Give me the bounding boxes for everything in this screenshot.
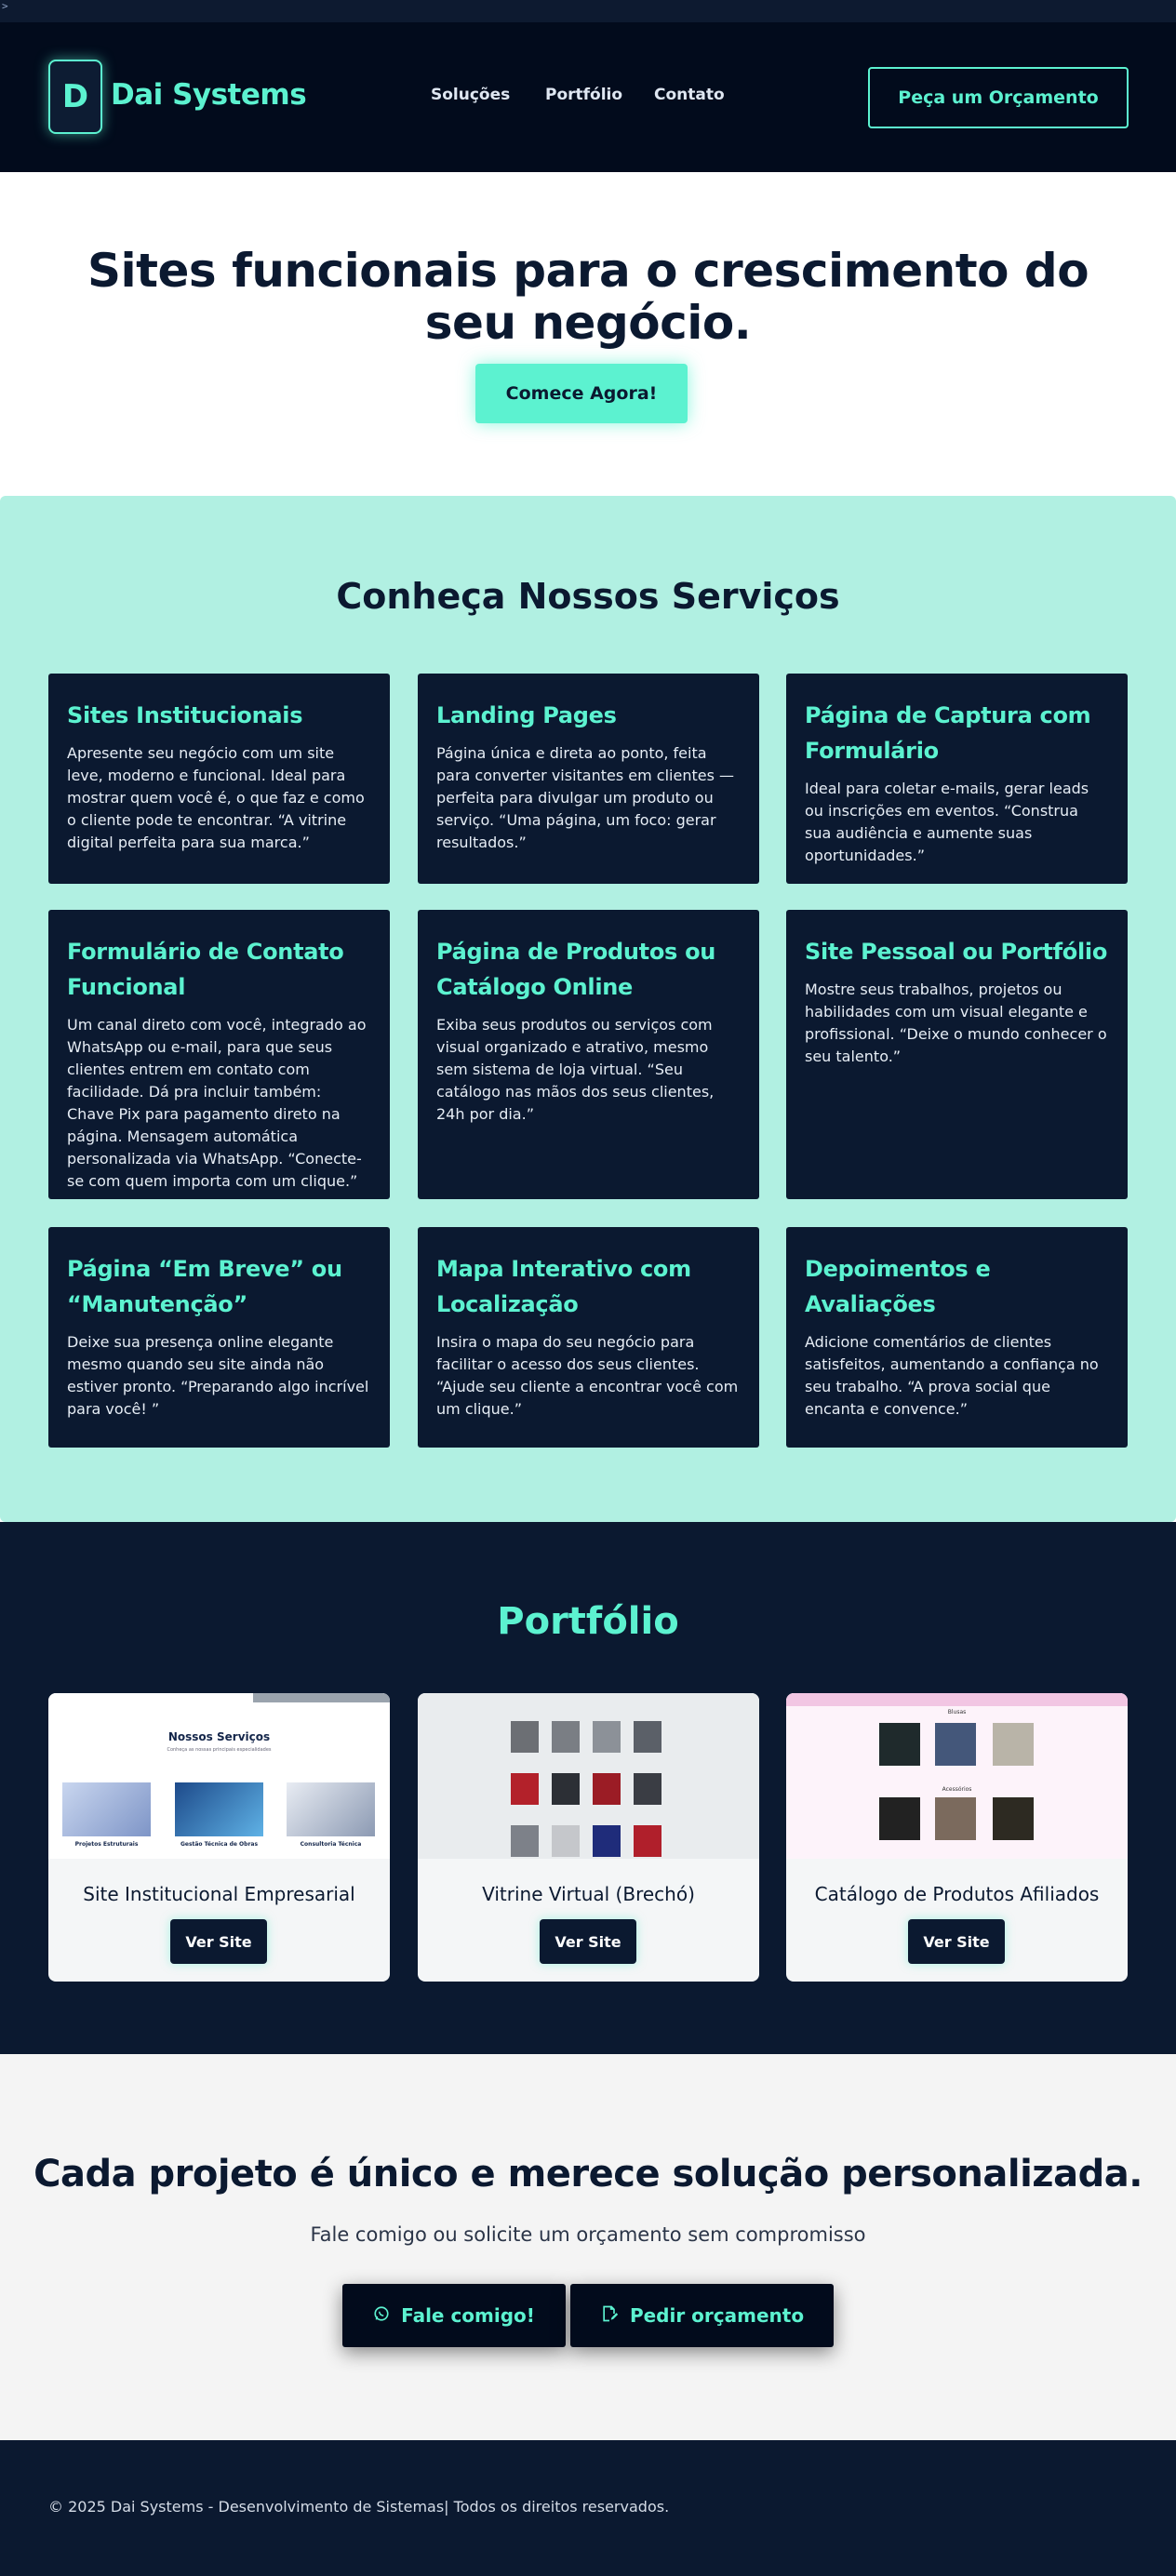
service-card-text: Insira o mapa do seu negócio para facili… [436, 1333, 739, 1418]
site-footer: © 2025 Dai Systems - Desenvolvimento de … [0, 2440, 1176, 2576]
nav-solucoes[interactable]: Soluções [431, 86, 510, 104]
cta-subtitle: Fale comigo ou solicite um orçamento sem… [310, 2223, 866, 2246]
thumb-product [593, 1721, 621, 1753]
service-card-title: Site Pessoal ou Portfólio [805, 939, 1108, 965]
service-card-title: Página de Captura com Formulário [805, 702, 1091, 764]
footer-copyright: © 2025 Dai Systems - Desenvolvimento de … [48, 2498, 670, 2516]
thumb-product [935, 1723, 976, 1766]
caret-icon: > [2, 0, 8, 12]
thumb-label: Gestão Técnica de Obras [180, 1841, 259, 1848]
services-title: Conheça Nossos Serviços [336, 576, 840, 617]
nav-portfolio[interactable]: Portfólio [545, 86, 622, 104]
service-card: Formulário de Contato Funcional Um canal… [48, 910, 390, 1199]
whatsapp-button[interactable]: Fale comigo! [342, 2284, 566, 2347]
thumb-product [879, 1723, 920, 1766]
portfolio-thumbnail[interactable]: Blusas Acessórios [786, 1693, 1128, 1859]
thumb-label: Projetos Estruturais [74, 1841, 139, 1848]
top-strip: > [0, 0, 1176, 22]
thumb-image-engineering [62, 1782, 151, 1836]
edit-document-icon [600, 2304, 619, 2328]
thumb-product [552, 1825, 580, 1857]
get-started-button[interactable]: Comece Agora! [475, 364, 688, 423]
nav-contato[interactable]: Contato [654, 86, 725, 104]
request-quote-label: Pedir orçamento [629, 2304, 805, 2327]
view-site-button[interactable]: Ver Site [170, 1919, 267, 1964]
thumb-heading: Nossos Serviços [167, 1730, 271, 1743]
thumb-product [935, 1797, 976, 1840]
thumb-heading: Acessórios [942, 1786, 972, 1793]
view-site-button[interactable]: Ver Site [540, 1919, 636, 1964]
portfolio-card: Nossos Serviços Conheça as nossas princi… [48, 1693, 390, 1982]
services-section: Conheça Nossos Serviços Sites Institucio… [0, 496, 1176, 1522]
service-card-title: Sites Institucionais [67, 702, 303, 728]
hero-section: Sites funcionais para o crescimento do s… [0, 172, 1176, 496]
service-card-text: Apresente seu negócio com um site leve, … [67, 744, 365, 851]
service-card: Mapa Interativo com Localização Insira o… [418, 1227, 759, 1448]
thumb-image-consulting [287, 1782, 375, 1836]
thumb-image-tech [175, 1782, 263, 1836]
service-card-title: Página “Em Breve” ou “Manutenção” [67, 1256, 342, 1317]
request-quote-button[interactable]: Pedir orçamento [570, 2284, 834, 2347]
service-card: Página de Captura com Formulário Ideal p… [786, 674, 1128, 884]
service-card-title: Formulário de Contato Funcional [67, 939, 344, 1000]
service-card-text: Deixe sua presença online elegante mesmo… [67, 1333, 369, 1418]
view-site-button[interactable]: Ver Site [908, 1919, 1005, 1964]
thumb-product [552, 1773, 580, 1805]
portfolio-title: Portfólio [497, 1600, 679, 1643]
thumb-product [634, 1825, 662, 1857]
service-card: Página “Em Breve” ou “Manutenção” Deixe … [48, 1227, 390, 1448]
thumb-subheading: Conheça as nossas principais especialida… [167, 1747, 272, 1753]
service-card: Depoimentos e Avaliações Adicione coment… [786, 1227, 1128, 1448]
portfolio-card-title: Vitrine Virtual (Brechó) [482, 1883, 695, 1905]
whatsapp-icon [373, 2304, 390, 2327]
portfolio-card-title: Site Institucional Empresarial [83, 1883, 355, 1905]
service-card: Página de Produtos ou Catálogo Online Ex… [418, 910, 759, 1199]
thumb-product [593, 1773, 621, 1805]
thumb-product [511, 1825, 539, 1857]
service-card-title: Página de Produtos ou Catálogo Online [436, 939, 716, 1000]
portfolio-thumbnail[interactable]: Nossos Serviços Conheça as nossas princi… [48, 1693, 390, 1859]
service-card-title: Mapa Interativo com Localização [436, 1256, 691, 1317]
hero-title: Sites funcionais para o crescimento do s… [87, 244, 1089, 350]
service-card-text: Exiba seus produtos ou serviços com visu… [436, 1016, 715, 1123]
service-card: Landing Pages Página única e direta ao p… [418, 674, 759, 884]
thumb-product [634, 1773, 662, 1805]
portfolio-card: Vitrine Virtual (Brechó) Ver Site [418, 1693, 759, 1982]
service-card-title: Landing Pages [436, 702, 617, 728]
site-header: D Dai Systems Soluções Portfólio Contato… [0, 22, 1176, 172]
service-card: Sites Institucionais Apresente seu negóc… [48, 674, 390, 884]
whatsapp-button-label: Fale comigo! [401, 2304, 535, 2327]
service-card-text: Página única e direta ao ponto, feita pa… [436, 744, 735, 851]
thumb-product [593, 1825, 621, 1857]
thumb-banner-strip [253, 1693, 390, 1702]
thumb-product [511, 1721, 539, 1753]
contact-cta-section: Cada projeto é único e merece solução pe… [0, 2054, 1176, 2440]
service-card-text: Ideal para coletar e-mails, gerar leads … [805, 780, 1089, 864]
thumb-label: Consultoria Técnica [300, 1841, 362, 1848]
portfolio-thumbnail[interactable] [418, 1693, 759, 1859]
thumb-product [634, 1721, 662, 1753]
thumb-product [993, 1723, 1034, 1766]
service-card-text: Um canal direto com você, integrado ao W… [67, 1016, 367, 1190]
portfolio-section: Portfólio Nossos Serviços Conheça as nos… [0, 1522, 1176, 2054]
logo-mark[interactable]: D [48, 60, 102, 134]
portfolio-card: Blusas Acessórios Catálogo de Produtos A… [786, 1693, 1128, 1982]
cta-title: Cada projeto é único e merece solução pe… [33, 2153, 1143, 2196]
thumb-product [879, 1797, 920, 1840]
thumb-product [552, 1721, 580, 1753]
thumb-product [993, 1797, 1034, 1840]
portfolio-card-title: Catálogo de Produtos Afiliados [814, 1883, 1100, 1905]
thumb-topbar [786, 1693, 1128, 1706]
service-card-title: Depoimentos e Avaliações [805, 1256, 991, 1317]
thumb-heading: Blusas [947, 1709, 967, 1715]
service-card-text: Adicione comentários de clientes satisfe… [805, 1333, 1099, 1418]
thumb-product [511, 1773, 539, 1805]
quote-button[interactable]: Peça um Orçamento [868, 67, 1129, 128]
service-card-text: Mostre seus trabalhos, projetos ou habil… [805, 981, 1107, 1065]
service-card: Site Pessoal ou Portfólio Mostre seus tr… [786, 910, 1128, 1199]
brand-name[interactable]: Dai Systems [111, 78, 307, 112]
